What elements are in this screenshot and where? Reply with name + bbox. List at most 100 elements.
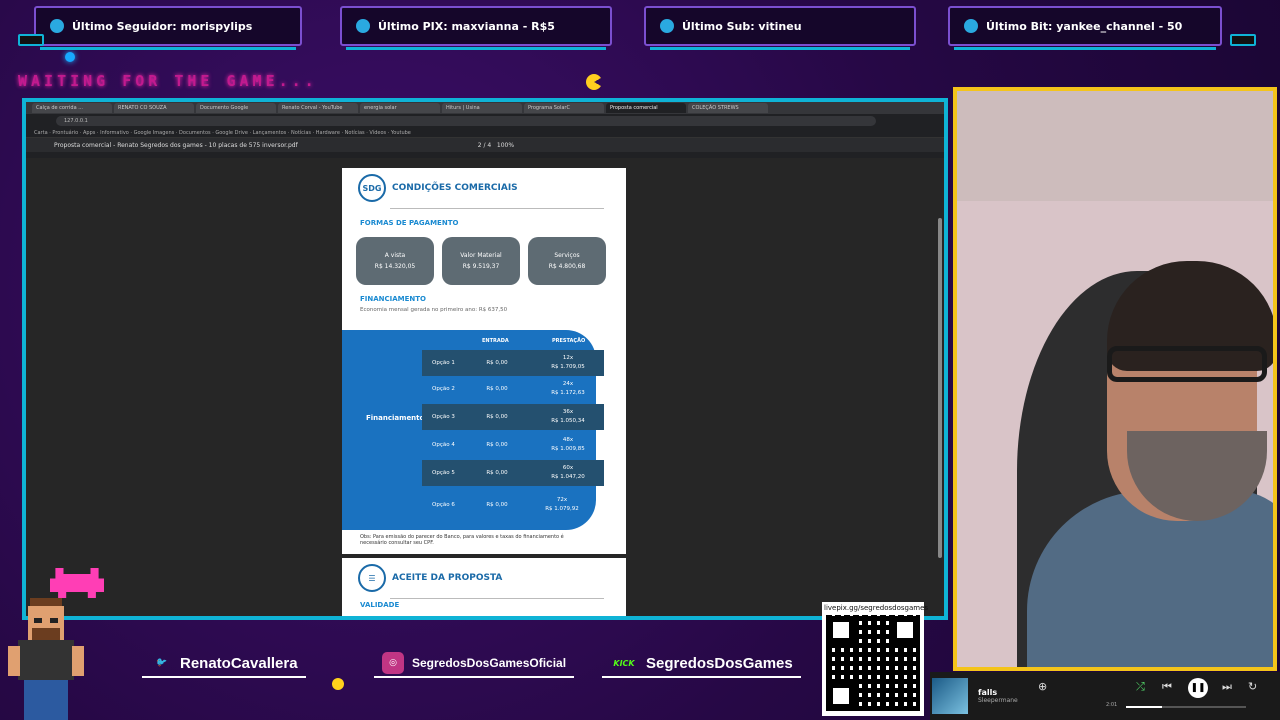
kick-handle: SegredosDosGames: [646, 654, 793, 672]
pause-button[interactable]: ❚❚: [1188, 678, 1208, 698]
row-entry: R$ 0,00: [486, 442, 508, 448]
corner-deco-left: [18, 34, 44, 46]
row-installment: 48x R$ 1.009,85: [532, 436, 604, 454]
browser-tab[interactable]: Programa SolarC: [524, 103, 604, 113]
star-deco: [332, 678, 344, 690]
pdf-page: SDG CONDIÇÕES COMERCIAIS FORMAS DE PAGAM…: [342, 168, 626, 554]
browser-tab[interactable]: Renato Corval - YouTube: [278, 103, 358, 113]
row-term: 72x: [556, 497, 568, 503]
row-amount: R$ 1.050,34: [551, 418, 585, 424]
row-entry: R$ 0,00: [486, 386, 508, 392]
option-label: A vista: [384, 252, 406, 259]
album-art: [932, 678, 968, 714]
row-option: Opção 6: [432, 502, 455, 508]
option-label: Serviços: [554, 252, 580, 259]
browser-tabbar: Calça de corrida ... RENATO CO SOUZA Doc…: [26, 102, 944, 114]
row-amount: R$ 1.047,20: [551, 474, 585, 480]
zoom-level[interactable]: 100%: [497, 142, 514, 149]
pixel-character: [8, 598, 84, 720]
track-title: falls: [978, 688, 998, 697]
social-twitter[interactable]: 🐦 RenatoCavallera: [142, 650, 306, 678]
alert-pix-label: Último PIX: maxvianna - R$5: [378, 19, 555, 33]
table-row: Opção 5 R$ 0,00 60x R$ 1.047,20: [422, 460, 604, 486]
row-installment: 72x R$ 1.079,92: [532, 496, 592, 514]
social-kick[interactable]: KICK SegredosDosGames: [602, 650, 801, 678]
qr-code[interactable]: [826, 615, 920, 711]
company-logo: SDG: [358, 174, 386, 202]
browser-tab[interactable]: energia solar: [360, 103, 440, 113]
repeat-icon[interactable]: ↻: [1248, 680, 1257, 693]
payment-heading: FORMAS DE PAGAMENTO: [360, 219, 459, 227]
section-title: ACEITE DA PROPOSTA: [392, 573, 503, 583]
add-icon[interactable]: ⊕: [1038, 680, 1047, 693]
row-entry: R$ 0,00: [486, 414, 508, 420]
economy-note-label: Economia mensal gerada no primeiro ano:: [360, 307, 478, 313]
financing-heading: FINANCIAMENTO: [360, 295, 427, 303]
twitter-handle: RenatoCavallera: [180, 654, 298, 672]
alert-pix: Último PIX: maxvianna - R$5: [340, 6, 612, 50]
browser-tab[interactable]: COLEÇÃO STREWS: [688, 103, 768, 113]
row-term: 60x: [562, 465, 574, 471]
row-option: Opção 5: [432, 470, 455, 476]
pdf-page: ☰ ACEITE DA PROPOSTA VALIDADE: [342, 558, 626, 616]
browser-tab-active[interactable]: Proposta comercial: [606, 103, 686, 113]
alert-bit: Último Bit: yankee_channel - 50: [948, 6, 1222, 50]
instagram-icon: ◎: [382, 652, 404, 674]
glasses: [1107, 346, 1267, 382]
row-amount: R$ 1.172,63: [551, 390, 585, 396]
row-option: Opção 1: [432, 360, 455, 366]
browser-tab[interactable]: RENATO CO SOUZA: [114, 103, 194, 113]
previous-icon[interactable]: ⏮: [1162, 680, 1172, 694]
row-installment: 36x R$ 1.050,34: [532, 408, 604, 426]
row-term: 12x: [562, 355, 574, 361]
scrollbar[interactable]: [938, 218, 942, 558]
row-option: Opção 2: [432, 386, 455, 392]
pdf-page-indicator[interactable]: 2 / 4 100%: [478, 142, 514, 149]
row-term: 36x: [562, 409, 574, 415]
shuffle-icon[interactable]: ⤮: [1136, 680, 1145, 694]
browser-tab[interactable]: Calça de corrida ...: [32, 103, 112, 113]
progress-fill: [1126, 706, 1162, 708]
url-input[interactable]: 127.0.0.1: [56, 116, 876, 126]
option-label: Valor Material: [460, 252, 502, 259]
row-installment: 12x R$ 1.709,05: [532, 354, 604, 372]
alert-follower-label: Último Seguidor: morispylips: [72, 19, 253, 33]
dollar-icon: [356, 19, 370, 33]
corner-deco-right: [1230, 34, 1256, 46]
webcam-frame: [953, 87, 1277, 671]
progress-bar[interactable]: [1126, 706, 1246, 708]
twitter-icon: 🐦: [155, 658, 167, 668]
kick-icon: KICK: [613, 658, 635, 668]
row-entry: R$ 0,00: [486, 502, 508, 508]
page-total: / 4: [483, 141, 492, 149]
payment-option: Valor Material R$ 9.519,37: [442, 237, 520, 285]
instagram-handle: SegredosDosGamesOficial: [412, 656, 567, 670]
screen-capture: Calça de corrida ... RENATO CO SOUZA Doc…: [22, 98, 948, 620]
bookmarks-bar[interactable]: Carta · Prontuário · Apps · Informativo …: [26, 128, 944, 138]
pacman-icon: [586, 74, 602, 90]
page-number[interactable]: 2: [478, 142, 482, 149]
address-bar: 127.0.0.1: [26, 114, 944, 128]
col-entrada: ENTRADA: [482, 338, 509, 344]
section-header: SDG CONDIÇÕES COMERCIAIS: [342, 168, 626, 208]
next-icon[interactable]: ⏭: [1222, 680, 1232, 694]
browser-tab[interactable]: Documento Google: [196, 103, 276, 113]
table-row: Opção 3 R$ 0,00 36x R$ 1.050,34: [422, 404, 604, 430]
qr-finder: [892, 617, 918, 643]
pdf-viewer[interactable]: SDG CONDIÇÕES COMERCIAIS FORMAS DE PAGAM…: [26, 158, 944, 616]
pdf-toolbar: Proposta comercial - Renato Segredos dos…: [26, 138, 944, 152]
qr-finder: [828, 617, 854, 643]
economy-value: R$ 637,50: [478, 307, 508, 313]
col-prestacao: PRESTAÇÃO: [552, 338, 586, 344]
person-icon: [50, 19, 64, 33]
row-option: Opção 4: [432, 442, 455, 448]
row-term: 48x: [562, 437, 574, 443]
row-amount: R$ 1.079,92: [545, 506, 579, 512]
qr-code-panel: livepix.gg/segredosdosgames: [822, 602, 928, 716]
option-value: R$ 4.800,68: [548, 263, 586, 270]
section-title: CONDIÇÕES COMERCIAIS: [392, 183, 518, 193]
option-value: R$ 9.519,37: [462, 263, 500, 270]
table-row: Opção 4 R$ 0,00 48x R$ 1.009,85: [422, 432, 604, 458]
social-instagram[interactable]: ◎ SegredosDosGamesOficial: [374, 650, 575, 678]
browser-tab[interactable]: Hiturs | Usina: [442, 103, 522, 113]
